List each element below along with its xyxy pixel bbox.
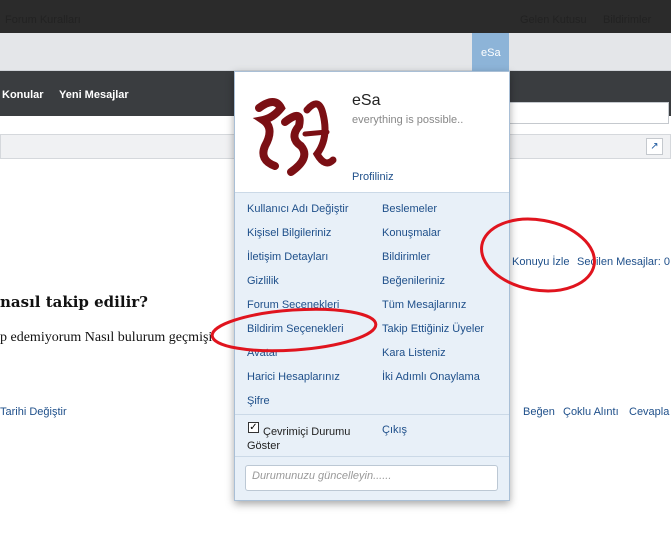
annotation-overlay bbox=[210, 217, 596, 353]
annotation-circle-watch bbox=[480, 217, 596, 293]
annotation-circle-alert-prefs bbox=[210, 307, 378, 353]
